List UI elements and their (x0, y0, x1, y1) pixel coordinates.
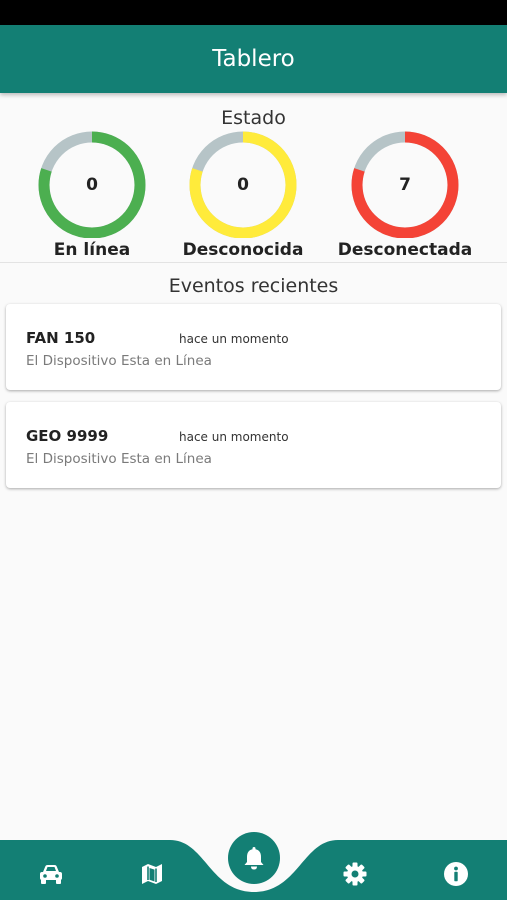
nav-settings-button[interactable] (337, 856, 373, 892)
event-time: hace un momento (179, 430, 289, 444)
map-icon (142, 864, 162, 884)
event-description: El Dispositivo Esta en Línea (26, 451, 212, 467)
nav-notifications-button[interactable] (228, 832, 280, 884)
events-section-title: Eventos recientes (168, 275, 339, 297)
nav-vehicles-button[interactable] (33, 856, 69, 892)
info-icon (444, 862, 468, 886)
event-card[interactable]: GEO 9999 hace un momento El Dispositivo … (6, 402, 501, 488)
event-time: hace un momento (179, 332, 289, 346)
nav-info-button[interactable] (438, 856, 474, 892)
online-count: 0 (86, 175, 98, 195)
event-description: El Dispositivo Esta en Línea (26, 353, 212, 369)
gear-icon (343, 862, 367, 886)
car-icon (40, 865, 62, 884)
page-title: Tablero (212, 46, 295, 72)
status-bar (0, 0, 507, 25)
event-device-name: GEO 9999 (26, 427, 109, 445)
gauge-offline[interactable]: 7 Desconectada (325, 128, 485, 263)
bell-icon (244, 847, 264, 870)
event-device-name: FAN 150 (26, 329, 96, 347)
nav-map-button[interactable] (134, 856, 170, 892)
unknown-count: 0 (237, 175, 249, 195)
offline-label: Desconectada (337, 240, 473, 260)
status-section-title: Estado (221, 107, 286, 129)
bottom-navigation (0, 820, 507, 900)
event-card[interactable]: FAN 150 hace un momento El Dispositivo E… (6, 304, 501, 390)
gauge-unknown[interactable]: 0 Desconocida (163, 128, 323, 263)
divider (0, 262, 507, 263)
app-bar: Tablero (0, 25, 507, 93)
offline-count: 7 (399, 175, 411, 195)
